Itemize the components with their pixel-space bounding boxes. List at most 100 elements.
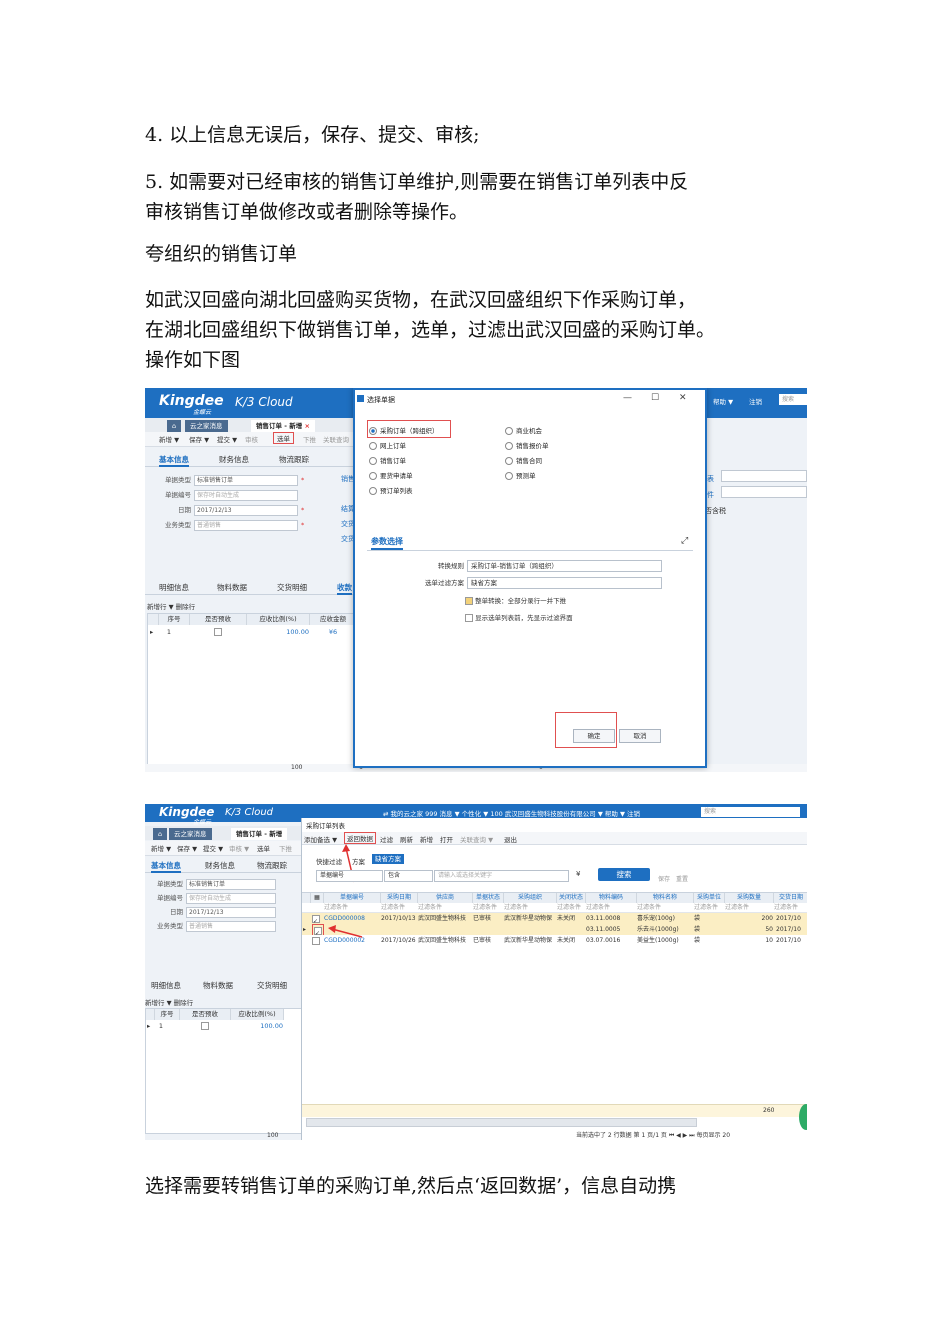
tab-cloud-messages[interactable]: 云之家消息 xyxy=(185,420,228,432)
related-query-button[interactable]: 关联查询 ▼ xyxy=(460,834,493,844)
table-row[interactable]: ✓ CGDD000008 2017/10/13 武汉回盛生物科技 已审核 武汉新… xyxy=(302,913,807,924)
save-button[interactable]: 保存 ▼ xyxy=(177,843,197,853)
whole-convert-check[interactable]: 整单转换：全部分录行一并下推 xyxy=(465,595,566,605)
close-icon[interactable]: × xyxy=(305,422,310,430)
expand-icon[interactable]: ¥ xyxy=(576,870,580,878)
pager[interactable]: 当前选中了 2 行数据 第 1 页/1 页 ⏮ ◀ ▶ ⏭ 每页显示 20 xyxy=(576,1130,730,1140)
filter-button[interactable]: 过滤 xyxy=(380,834,393,844)
submit-button[interactable]: 提交 ▼ xyxy=(217,434,237,444)
return-data-button[interactable]: 返回数据 xyxy=(344,832,376,844)
select-document-button[interactable]: 选单 xyxy=(257,843,270,853)
save-button[interactable]: 保存 ▼ xyxy=(189,434,209,444)
tab-material-data[interactable]: 物料数据 xyxy=(217,582,247,593)
radio-forecast[interactable]: 预测单 xyxy=(505,470,536,480)
tab-receipt[interactable]: 收款 xyxy=(337,582,352,595)
ratio-cell[interactable]: 100.00 xyxy=(247,627,309,637)
radio-requisition[interactable]: 要货申请单 xyxy=(369,470,413,480)
doc-no-input[interactable]: 保存时自动生成 xyxy=(186,892,276,904)
assistant-icon[interactable] xyxy=(799,1104,807,1130)
maximize-icon[interactable]: ☐ xyxy=(651,393,659,403)
tab-delivery-detail[interactable]: 交货明细 xyxy=(277,582,307,593)
date-input[interactable]: 2017/12/13 xyxy=(186,906,276,918)
radio-cross-org-po[interactable]: 采购订单（跨组织） xyxy=(369,425,439,435)
home-tab[interactable]: ⌂ xyxy=(153,828,168,840)
tab-logistics[interactable]: 物流跟踪 xyxy=(257,860,287,871)
row-checkbox[interactable] xyxy=(312,935,320,946)
row-tools[interactable]: 新增行 ▼ 删除行 xyxy=(147,601,195,611)
show-filter-check[interactable]: 显示选单列表前，先显示过滤界面 xyxy=(465,612,573,622)
conversion-rule-select[interactable]: 采购订单-销售订单（跨组织） xyxy=(467,560,662,572)
push-down-button[interactable]: 下推 xyxy=(279,843,292,853)
doc-type-select[interactable]: 标准销售订单 xyxy=(194,474,298,486)
new-button[interactable]: 新增 ▼ xyxy=(159,434,179,444)
tab-finance-info[interactable]: 财务信息 xyxy=(219,454,249,465)
operator-select[interactable]: 包含 xyxy=(384,870,433,882)
tab-material-data[interactable]: 物料数据 xyxy=(203,980,233,991)
date-input[interactable]: 2017/12/13 xyxy=(194,504,298,516)
tab-logistics[interactable]: 物流跟踪 xyxy=(279,454,309,465)
tab-basic-info[interactable]: 基本信息 xyxy=(151,860,181,873)
biz-type-select[interactable]: 普通销售 xyxy=(186,920,276,932)
radio-preorder-list[interactable]: 预订单列表 xyxy=(369,485,413,495)
tab-finance-info[interactable]: 财务信息 xyxy=(205,860,235,871)
search-box[interactable]: 搜索 xyxy=(701,807,800,817)
table-row[interactable]: ▸ ✓ 03.11.0005 乐去斗(1000g) 袋 50 2017/10 xyxy=(302,924,807,937)
default-scheme-button[interactable]: 缺省方案 xyxy=(372,854,404,864)
tab-delivery-detail[interactable]: 交货明细 xyxy=(257,980,287,991)
select-document-button[interactable]: 选单 xyxy=(273,432,294,444)
ratio-cell[interactable]: 100.00 xyxy=(231,1021,283,1031)
ok-button[interactable]: 确定 xyxy=(573,729,615,743)
audit-button[interactable]: 审核 ▼ xyxy=(229,843,249,853)
tab-cloud-messages[interactable]: 云之家消息 xyxy=(169,828,212,840)
row-tools[interactable]: 新增行 ▼ 删除行 xyxy=(145,997,193,1007)
radio-contract[interactable]: 销售合同 xyxy=(505,455,542,465)
amount-cell[interactable]: ¥6 xyxy=(310,627,356,637)
doc-no-input[interactable]: 保存时自动生成 xyxy=(194,489,298,501)
close-icon[interactable]: ✕ xyxy=(679,393,687,403)
tab-sales-order-new[interactable]: 销售订单 - 新增 xyxy=(231,828,288,840)
logout-link[interactable]: 注销 xyxy=(749,396,762,406)
new-list-button[interactable]: 新增 xyxy=(420,834,433,844)
tab-sales-order-new[interactable]: 销售订单 - 新增 × xyxy=(251,420,315,432)
radio-quotation[interactable]: 销售报价单 xyxy=(505,440,549,450)
filter-scheme-select[interactable]: 缺省方案 xyxy=(467,577,662,589)
push-down-button[interactable]: 下推 xyxy=(303,434,316,444)
search-box[interactable]: 搜索 xyxy=(779,394,807,405)
add-candidate-button[interactable]: 添加备选 ▼ xyxy=(304,834,337,844)
radio-opportunity[interactable]: 商业机会 xyxy=(505,425,542,435)
cancel-button[interactable]: 取消 xyxy=(619,729,661,743)
radio-online-order[interactable]: 网上订单 xyxy=(369,440,406,450)
save-scheme-link[interactable]: 保存 xyxy=(658,874,670,883)
horizontal-scrollbar[interactable] xyxy=(306,1118,697,1127)
reset-link[interactable]: 重置 xyxy=(676,874,688,883)
expand-icon[interactable]: ⤢ xyxy=(681,536,688,546)
keyword-input[interactable]: 请输入或选择关键字 xyxy=(434,870,569,882)
search-button[interactable]: 搜索 xyxy=(598,868,650,881)
tab-detail-info[interactable]: 明细信息 xyxy=(159,582,189,593)
radio-sales-order[interactable]: 销售订单 xyxy=(369,455,406,465)
refresh-button[interactable]: 刷新 xyxy=(400,834,413,844)
intro-line-1: 如武汉回盛向湖北回盛购买货物，在武汉回盛组织下作采购订单， xyxy=(145,289,697,311)
right-input-1[interactable] xyxy=(721,470,807,482)
new-button[interactable]: 新增 ▼ xyxy=(151,843,171,853)
doc-type-select[interactable]: 标准销售订单 xyxy=(186,878,276,890)
biz-type-select[interactable]: 普通销售 xyxy=(194,519,298,531)
field-select[interactable]: 单据编号 xyxy=(316,870,383,882)
help-menu[interactable]: 帮助 ▼ xyxy=(713,396,733,406)
tab-basic-info[interactable]: 基本信息 xyxy=(159,454,189,467)
home-tab[interactable]: ⌂ xyxy=(167,420,182,432)
table-row[interactable]: CGDD000002 2017/10/26 武汉回盛生物科技 已审核 武汉新华星… xyxy=(302,935,807,946)
submit-button[interactable]: 提交 ▼ xyxy=(203,843,223,853)
row-checkbox[interactable]: ✓ xyxy=(312,913,320,924)
tab-detail-info[interactable]: 明细信息 xyxy=(151,980,181,991)
right-input-2[interactable] xyxy=(721,486,807,498)
related-query-button[interactable]: 关联查询 xyxy=(323,434,349,444)
audit-button[interactable]: 审核 xyxy=(245,434,258,444)
exit-button[interactable]: 退出 xyxy=(504,834,517,844)
open-button[interactable]: 打开 xyxy=(440,834,453,844)
prepaid-checkbox[interactable] xyxy=(190,627,246,637)
top-nav[interactable]: ⇄ 我的云之家 999 消息 ▼ 个性化 ▼ 100 武汉回盛生物科技股份有限公… xyxy=(383,808,640,818)
quick-filter-label[interactable]: 快捷过滤 xyxy=(316,856,342,866)
minimize-icon[interactable]: — xyxy=(623,393,632,403)
prepaid-checkbox[interactable] xyxy=(180,1021,230,1031)
